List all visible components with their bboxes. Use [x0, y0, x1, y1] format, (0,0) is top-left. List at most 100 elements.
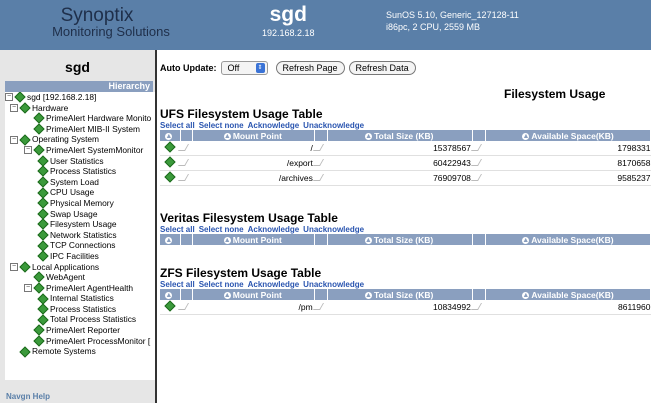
tree-node[interactable]: TCP Connections	[5, 239, 155, 252]
resize-grip-icon[interactable]	[470, 155, 486, 171]
status-cell	[160, 155, 181, 171]
collapse-toggle-icon[interactable]: −	[5, 93, 13, 102]
tree-node[interactable]: Swap Usage	[5, 208, 155, 220]
acknowledge-link[interactable]: Acknowledge	[248, 225, 300, 234]
resize-grip-icon[interactable]	[178, 300, 193, 315]
collapse-toggle-icon[interactable]: −	[24, 283, 32, 292]
tree-node[interactable]: Process Statistics	[5, 303, 155, 315]
tree-node-label: Process Statistics	[50, 166, 117, 177]
acknowledge-link[interactable]: Acknowledge	[248, 280, 300, 289]
sort-status-header[interactable]: ▲	[160, 289, 181, 300]
tree-node-label: TCP Connections	[50, 240, 116, 251]
tree-node[interactable]: − Hardware	[5, 102, 155, 114]
tree-node[interactable]: PrimeAlert Hardware Monito	[5, 112, 155, 125]
unacknowledge-link[interactable]: Unacknowledge	[303, 225, 364, 234]
table-header-row: ▲ ▲ Mount Point ▲ Total Size (KB) ▲ Available …	[160, 130, 651, 141]
tree-node[interactable]: Physical Memory	[5, 197, 155, 209]
tree-node[interactable]: WebAgent	[5, 271, 155, 284]
tree-node-label: Swap Usage	[50, 208, 98, 219]
tree-node[interactable]: PrimeAlert Reporter	[5, 324, 155, 337]
tree-node[interactable]: PrimeAlert MIB-II System	[5, 123, 155, 135]
select-arrows-icon: ⇕	[255, 63, 265, 73]
total-size-header[interactable]: ▲ Total Size (KB)	[327, 130, 474, 141]
column-divider	[314, 130, 329, 141]
tree-node[interactable]: IPC Facilities	[5, 250, 155, 262]
collapse-toggle-icon[interactable]: −	[24, 146, 32, 155]
resize-grip-icon[interactable]	[312, 300, 328, 315]
page-title: Filesystem Usage	[504, 87, 606, 101]
brand-name: Synoptix	[60, 5, 134, 26]
mount-point-header[interactable]: ▲ Mount Point	[192, 289, 316, 300]
table-row[interactable]: /archives 76909708 9585237	[160, 170, 651, 186]
available-space-header[interactable]: ▲ Available Space(KB)	[485, 234, 651, 245]
resize-grip-icon[interactable]	[312, 155, 328, 171]
toolbar: Auto Update: Off ⇕ Refresh Page Refresh …	[160, 61, 420, 75]
filesystem-table: ▲ ▲ Mount Point ▲ Total Size (KB) ▲ Available …	[160, 234, 651, 245]
collapse-toggle-icon[interactable]: −	[10, 103, 18, 112]
tree-node[interactable]: − PrimeAlert AgentHealth	[5, 282, 155, 294]
select-none-link[interactable]: Select none	[199, 280, 244, 289]
tree-node[interactable]: CPU Usage	[5, 186, 155, 199]
tree-node-label: PrimeAlert Reporter	[46, 325, 121, 336]
select-all-link[interactable]: Select all	[160, 280, 195, 289]
navigation-help-link[interactable]: Navgn Help	[6, 392, 50, 401]
sort-status-header[interactable]: ▲	[160, 234, 181, 245]
tree-node[interactable]: Filesystem Usage	[5, 218, 155, 231]
resize-grip-icon[interactable]	[178, 141, 193, 156]
status-diamond-icon	[37, 197, 49, 209]
tree-node[interactable]: Total Process Statistics	[5, 314, 155, 326]
resize-grip-icon[interactable]	[470, 170, 486, 186]
select-none-link[interactable]: Select none	[199, 225, 244, 234]
tree-node[interactable]: User Statistics	[5, 155, 155, 167]
acknowledge-link[interactable]: Acknowledge	[248, 121, 300, 130]
column-divider	[314, 234, 328, 245]
resize-grip-icon[interactable]	[312, 141, 328, 156]
select-none-link[interactable]: Select none	[199, 121, 244, 130]
column-divider	[180, 234, 194, 245]
tree-node[interactable]: Internal Statistics	[5, 292, 155, 305]
select-all-link[interactable]: Select all	[160, 121, 195, 130]
collapse-toggle-icon[interactable]: −	[10, 262, 18, 271]
hierarchy-tree: − sgd [192.168.2.18] − Hardware PrimeAlert H…	[5, 92, 155, 380]
section-title: Veritas Filesystem Usage Table	[160, 211, 338, 225]
resize-grip-icon[interactable]	[470, 300, 486, 315]
resize-grip-icon[interactable]	[312, 170, 328, 186]
mount-point-header[interactable]: ▲ Mount Point	[192, 234, 316, 245]
tree-node[interactable]: − sgd [192.168.2.18]	[5, 92, 155, 103]
tree-node[interactable]: − Local Applications	[5, 261, 155, 273]
tree-node[interactable]: PrimeAlert ProcessMonitor [	[5, 335, 155, 347]
auto-update-select[interactable]: Off ⇕	[220, 61, 268, 75]
unacknowledge-link[interactable]: Unacknowledge	[303, 121, 364, 130]
available-space-header[interactable]: ▲ Available Space(KB)	[485, 130, 651, 141]
tree-node-label: Network Statistics	[50, 229, 117, 240]
resize-grip-icon[interactable]	[178, 170, 193, 186]
tree-node[interactable]: Network Statistics	[5, 229, 155, 241]
resize-grip-icon[interactable]	[470, 141, 486, 156]
main-content: Auto Update: Off ⇕ Refresh Page Refresh …	[157, 50, 651, 403]
refresh-page-button[interactable]: Refresh Page	[275, 61, 345, 75]
tree-node[interactable]: Process Statistics	[5, 165, 155, 178]
table-row[interactable]: / 15378567 1798331	[160, 141, 651, 156]
mount-point-header[interactable]: ▲ Mount Point	[192, 130, 316, 141]
section-title: UFS Filesystem Usage Table	[160, 107, 323, 121]
resize-grip-icon[interactable]	[178, 155, 193, 171]
available-space-cell: 8170658	[485, 155, 651, 171]
collapse-toggle-icon[interactable]: −	[10, 135, 18, 144]
total-size-header[interactable]: ▲ Total Size (KB)	[327, 289, 474, 300]
tree-node[interactable]: System Load	[5, 176, 155, 188]
table-row[interactable]: /export 60422943 8170658	[160, 155, 651, 171]
tree-node-label: Internal Statistics	[50, 293, 114, 304]
tree-node[interactable]: Remote Systems	[5, 345, 155, 358]
sort-status-header[interactable]: ▲	[160, 130, 181, 141]
tree-node[interactable]: − Operating System	[5, 134, 155, 146]
sort-icon: ▲	[522, 236, 530, 244]
mount-point-cell: /export	[192, 155, 315, 171]
refresh-data-button[interactable]: Refresh Data	[348, 61, 416, 75]
table-row[interactable]: /pm 10834992 8611960	[160, 300, 651, 315]
total-size-header[interactable]: ▲ Total Size (KB)	[327, 234, 474, 245]
tree-node[interactable]: − PrimeAlert SystemMonitor	[5, 144, 155, 156]
select-all-link[interactable]: Select all	[160, 225, 195, 234]
available-space-header[interactable]: ▲ Available Space(KB)	[485, 289, 651, 300]
unacknowledge-link[interactable]: Unacknowledge	[303, 280, 364, 289]
column-label: Mount Point	[232, 234, 282, 245]
